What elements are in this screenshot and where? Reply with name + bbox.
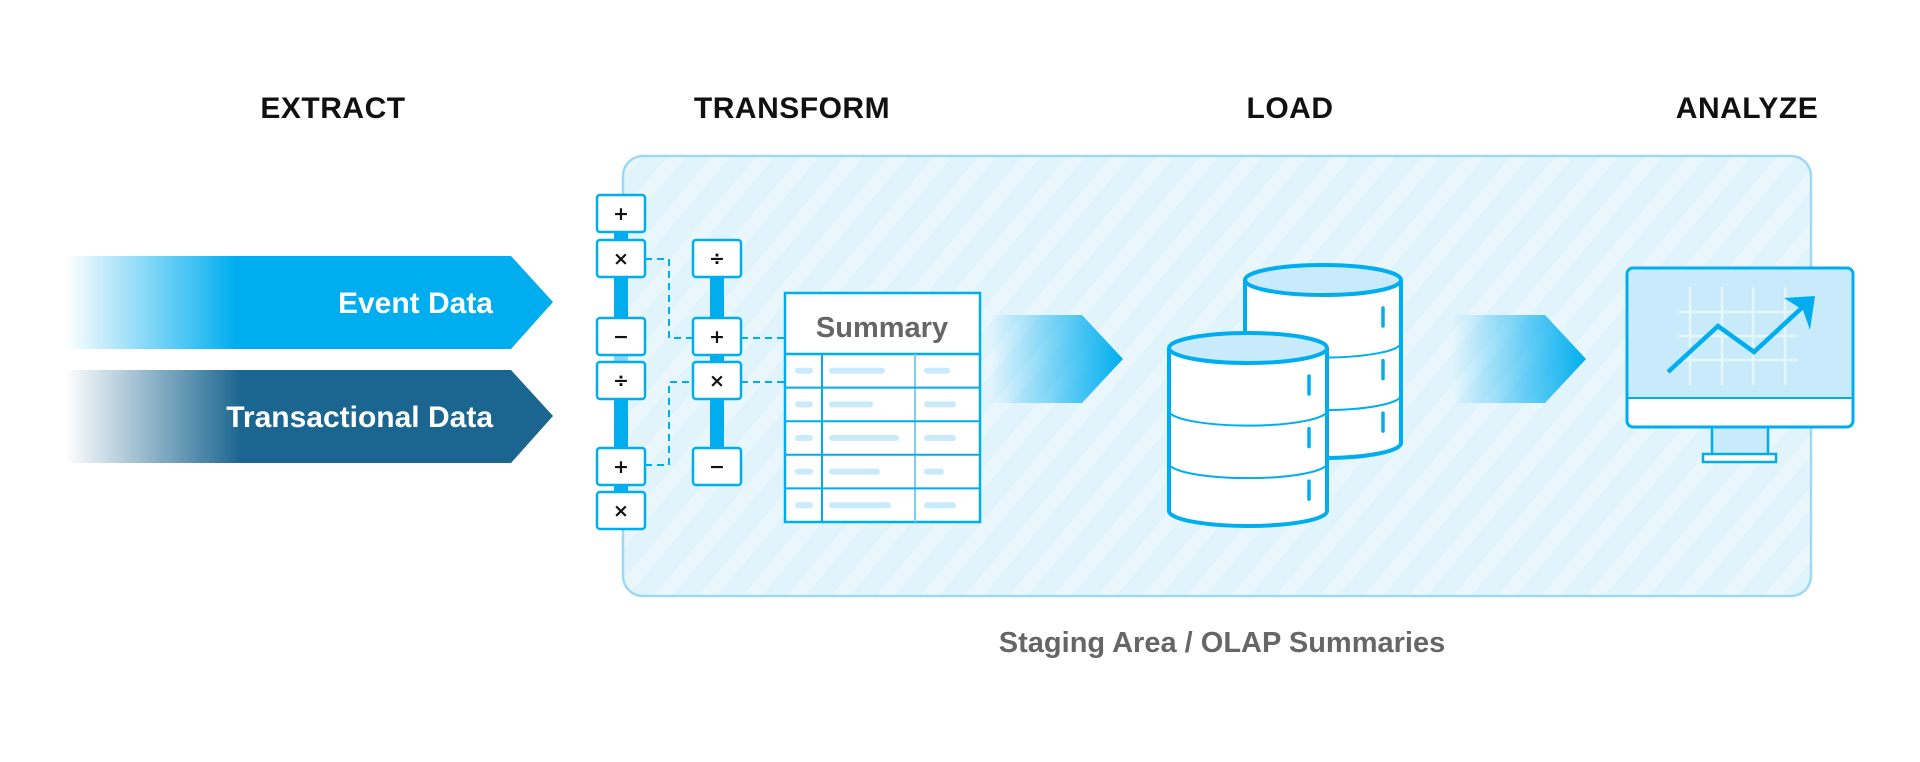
- divide-icon: ÷: [613, 370, 629, 392]
- plus-icon: +: [613, 203, 629, 225]
- multiply-icon: ×: [613, 248, 629, 270]
- multiply-icon: ×: [709, 370, 725, 392]
- minus-icon: −: [613, 326, 629, 348]
- plus-icon: +: [613, 456, 629, 478]
- column-1-operator-box: ÷: [595, 360, 647, 401]
- column-1-operator-box: ×: [595, 490, 647, 531]
- column-2-operator-box: +: [691, 316, 743, 357]
- source-arrow-transactional-data: Transactional Data: [65, 370, 553, 463]
- etl-diagram: Event Data Transactional Data + × − ÷ + × ÷ + × −…: [65, 154, 1855, 598]
- summary-table: Summary: [783, 291, 982, 524]
- summary-title: Summary: [816, 312, 948, 344]
- source-label-transactional-data: Transactional Data: [226, 401, 493, 434]
- source-label-event-data: Event Data: [338, 287, 493, 320]
- column-1-operator-box: −: [595, 316, 647, 357]
- divide-icon: ÷: [709, 248, 725, 270]
- source-arrow-event-data: Event Data: [65, 256, 553, 349]
- column-1-operator-box: ×: [595, 238, 647, 279]
- column-2-operator-box: ×: [691, 360, 743, 401]
- column-1-operator-box: +: [595, 446, 647, 487]
- staging-area-caption: Staging Area / OLAP Summaries: [998, 627, 1446, 659]
- multiply-icon: ×: [613, 500, 629, 522]
- database-icon: [1167, 331, 1329, 528]
- minus-icon: −: [709, 456, 725, 478]
- column-1-operator-box: +: [595, 193, 647, 234]
- column-2-operator-box: −: [691, 446, 743, 487]
- plus-icon: +: [709, 326, 725, 348]
- column-2-operator-box: ÷: [691, 238, 743, 279]
